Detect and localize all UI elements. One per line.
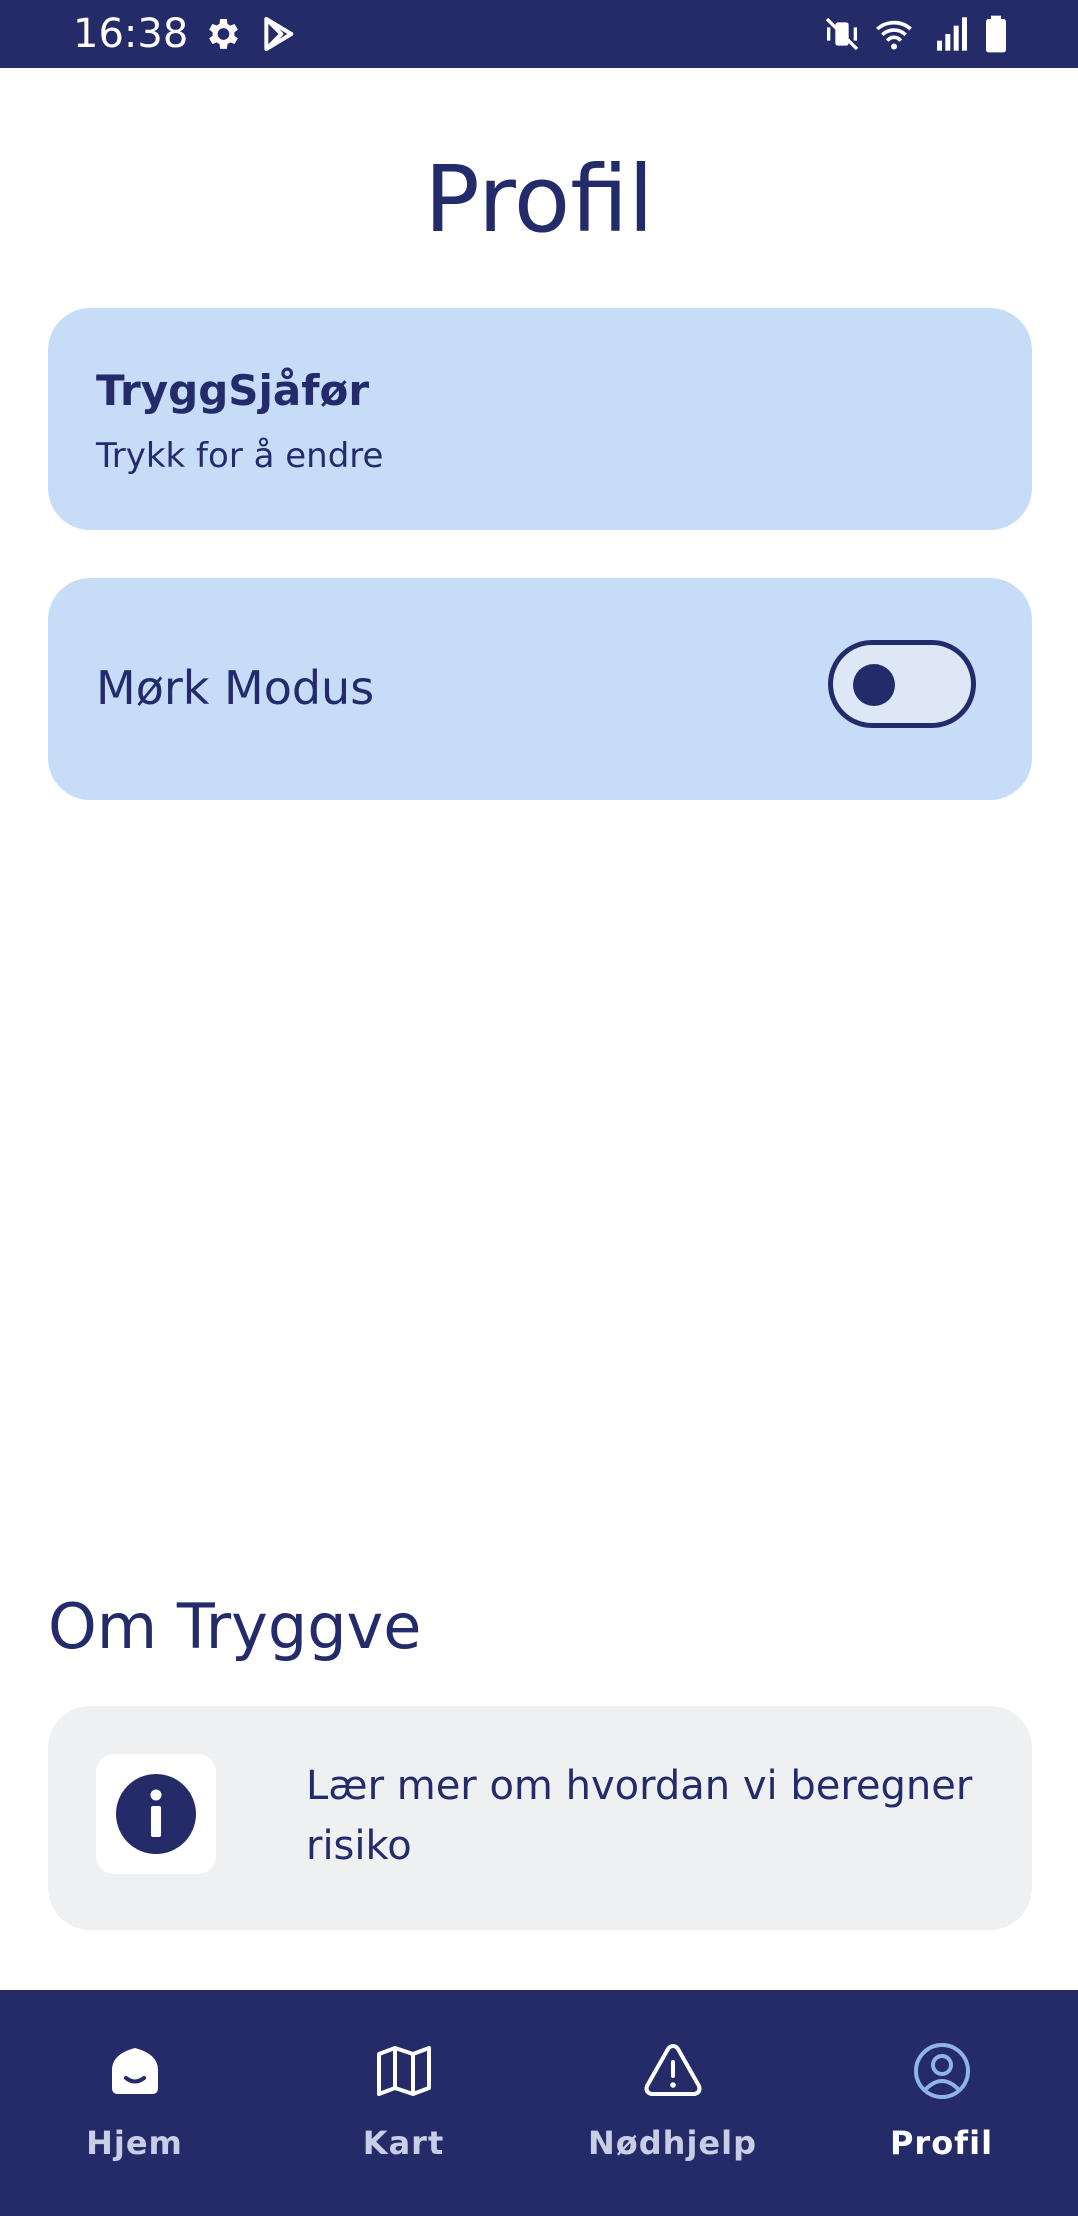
warning-icon xyxy=(644,2044,702,2096)
play-store-icon xyxy=(264,17,294,51)
status-time: 16:38 xyxy=(73,11,189,57)
info-icon-container xyxy=(96,1754,216,1874)
risk-info-text: Lær mer om hvordan vi beregner risiko xyxy=(306,1763,973,1869)
about-section-title: Om Tryggve xyxy=(48,1590,422,1663)
profile-edit-hint: Trykk for å endre xyxy=(96,436,384,476)
nav-label-kart: Kart xyxy=(362,2124,445,2162)
bottom-navigation: Hjem Kart Nødhjelp Profil xyxy=(0,1990,1078,2216)
wifi-icon xyxy=(876,20,912,50)
status-bar: 16:38 xyxy=(0,0,1078,68)
nav-item-profil[interactable]: Profil xyxy=(807,1990,1076,2216)
dark-mode-toggle[interactable] xyxy=(828,640,976,728)
risk-info-card[interactable]: Lær mer om hvordan vi beregner risiko xyxy=(48,1706,1032,1930)
nav-label-hjem: Hjem xyxy=(86,2124,183,2162)
battery-icon xyxy=(986,15,1006,53)
nav-item-hjem[interactable]: Hjem xyxy=(0,1990,269,2216)
nav-label-profil: Profil xyxy=(889,2124,994,2162)
home-icon xyxy=(112,2048,158,2094)
dark-mode-label: Mørk Modus xyxy=(96,661,375,715)
mute-vibrate-icon xyxy=(825,17,859,51)
map-icon xyxy=(377,2046,431,2096)
nav-item-kart[interactable]: Kart xyxy=(269,1990,538,2216)
dark-mode-card: Mørk Modus xyxy=(48,578,1032,800)
gear-icon xyxy=(209,19,238,49)
nav-item-nodhjelp[interactable]: Nødhjelp xyxy=(538,1990,807,2216)
page-title: Profil xyxy=(424,146,654,253)
info-icon xyxy=(116,1774,196,1854)
signal-icon xyxy=(937,17,967,51)
profile-icon xyxy=(914,2043,970,2099)
profile-name: TryggSjåfør xyxy=(96,366,370,415)
toggle-knob xyxy=(853,664,895,706)
nav-label-nodhjelp: Nødhjelp xyxy=(588,2124,757,2162)
profile-card[interactable]: TryggSjåfør Trykk for å endre xyxy=(48,308,1032,530)
